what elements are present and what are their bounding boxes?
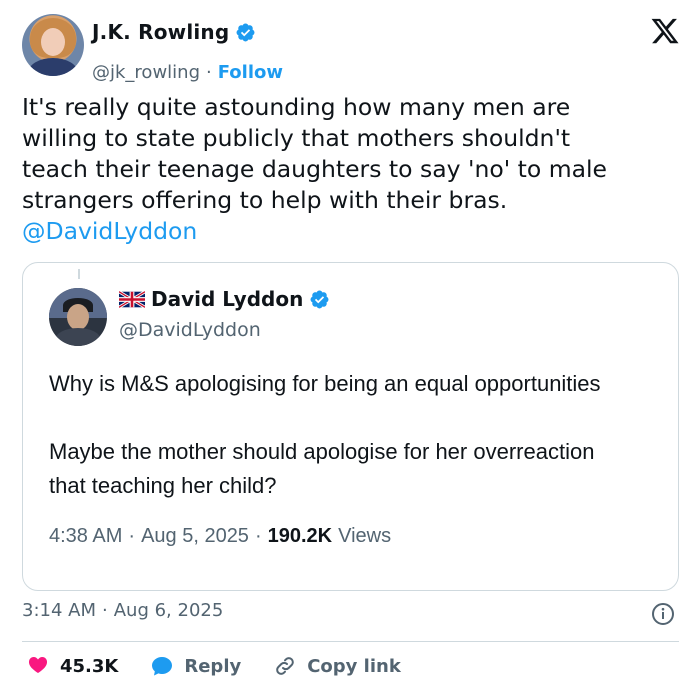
tweet-timestamp[interactable]: 3:14 AM · Aug 6, 2025 <box>22 600 223 621</box>
x-logo-icon[interactable] <box>650 16 680 46</box>
quoted-author-handle[interactable]: @DavidLyddon <box>119 319 261 341</box>
verified-badge-icon <box>310 290 329 308</box>
author-handle-row: @jk_rowling · Follow <box>92 62 283 83</box>
heart-icon <box>28 657 48 673</box>
reply-bubble-icon <box>152 657 173 676</box>
divider <box>22 641 679 642</box>
tweet-date: Aug 6, 2025 <box>113 600 224 621</box>
tweet-text-line: willing to state publicly that mothers s… <box>22 124 571 152</box>
reply-label: Reply <box>184 655 242 677</box>
quoted-tweet-body: Why is M&S apologising for being an equa… <box>49 367 678 503</box>
info-icon[interactable] <box>651 602 675 626</box>
tweet-text-line: teach their teenage daughters to say 'no… <box>22 155 608 183</box>
quoted-text-line: Maybe the mother should apologise for he… <box>49 439 595 464</box>
reply-button[interactable]: Reply <box>150 654 241 678</box>
tweet-text-line: It's really quite astounding how many me… <box>22 93 571 121</box>
quoted-name-row: David Lyddon <box>119 287 330 311</box>
verified-badge-icon <box>236 23 255 41</box>
separator: · <box>254 525 262 547</box>
action-bar: 45.3K Reply Copy link <box>26 650 433 682</box>
quoted-author-name[interactable]: David Lyddon <box>151 287 303 311</box>
quoted-meta: 4:38 AM · Aug 5, 2025 · 190.2K Views <box>49 525 391 548</box>
follow-button[interactable]: Follow <box>218 62 283 83</box>
separator: · <box>128 525 136 547</box>
mention-link[interactable]: @DavidLyddon <box>22 216 682 247</box>
author-avatar[interactable] <box>22 14 84 76</box>
tweet-time: 3:14 AM <box>22 600 96 621</box>
thread-connector <box>78 269 80 279</box>
quoted-text-line: Why is M&S apologising for being an equa… <box>49 371 601 396</box>
like-count: 45.3K <box>60 655 119 677</box>
quoted-date[interactable]: Aug 5, 2025 <box>141 525 249 548</box>
link-icon <box>276 657 295 675</box>
quoted-time[interactable]: 4:38 AM <box>49 525 122 548</box>
views-count: 190.2K <box>267 525 333 547</box>
separator: · <box>102 600 108 621</box>
quoted-author-avatar[interactable] <box>49 288 107 346</box>
tweet-header: J.K. Rowling @jk_rowling · Follow <box>22 14 682 83</box>
copy-link-label: Copy link <box>307 655 401 677</box>
uk-flag-icon <box>119 290 145 308</box>
tweet-body: It's really quite astounding how many me… <box>22 92 682 247</box>
views-label: Views <box>338 525 392 547</box>
author-name-row: J.K. Rowling <box>92 20 256 44</box>
quoted-text-line: that teaching her child? <box>49 473 277 498</box>
author-handle[interactable]: @jk_rowling <box>92 62 200 83</box>
separator: · <box>206 62 212 83</box>
like-button[interactable]: 45.3K <box>26 654 118 678</box>
quoted-tweet-card[interactable]: David Lyddon @DavidLyddon Why is M&S apo… <box>22 262 679 591</box>
tweet-text-line: strangers offering to help with their br… <box>22 186 508 214</box>
author-name[interactable]: J.K. Rowling <box>92 20 229 44</box>
copy-link-button[interactable]: Copy link <box>273 654 401 678</box>
